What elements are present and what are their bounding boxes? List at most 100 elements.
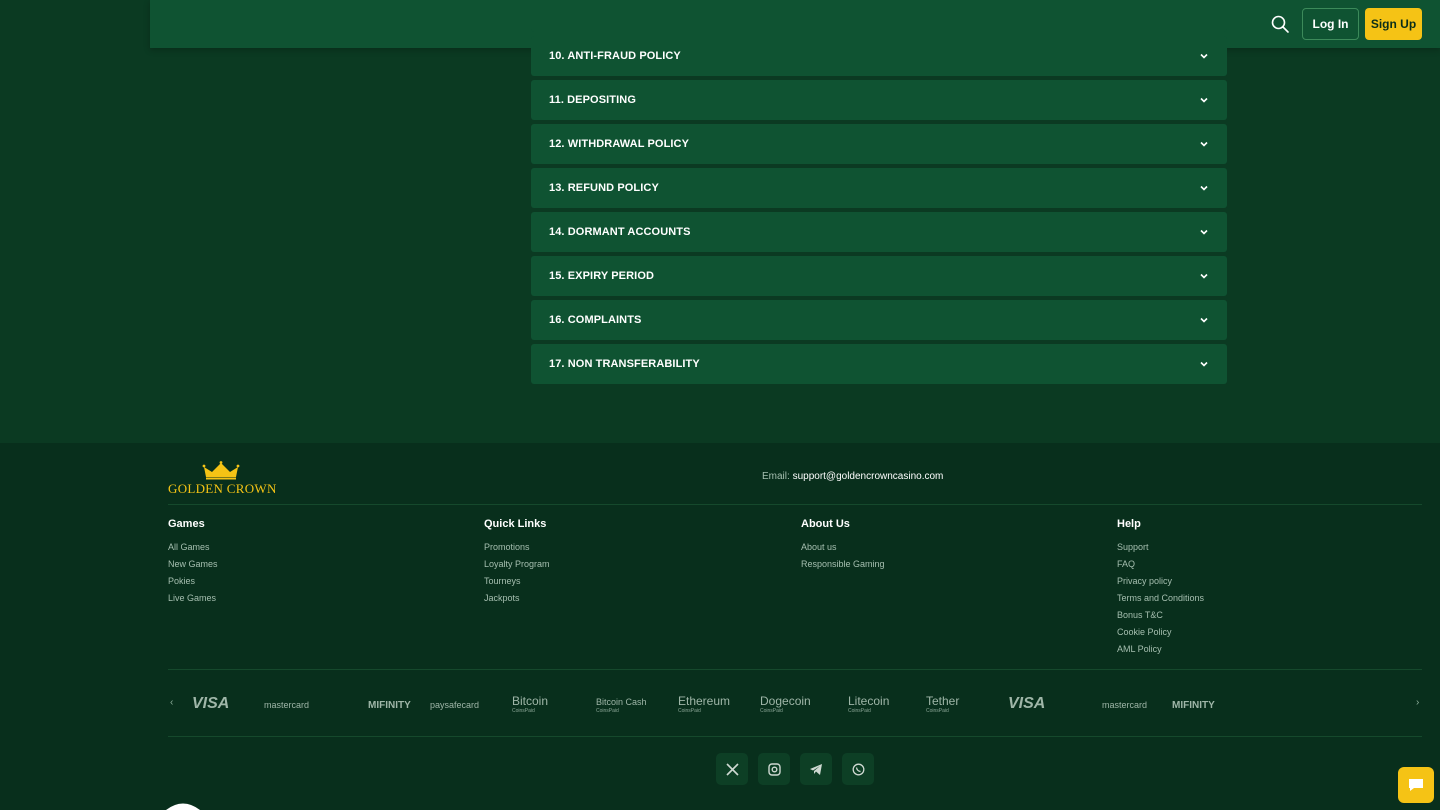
accordion-item[interactable]: 15. EXPIRY PERIOD [531,256,1227,296]
social-links [716,753,874,785]
footer-link[interactable]: FAQ [1117,559,1204,569]
payment-name: mastercard [264,700,310,710]
accordion-item[interactable]: 17. NON TRANSFERABILITY [531,344,1227,384]
payment-provider: CoinsPaid [926,708,949,714]
footer-divider [168,504,1422,505]
accordion-item[interactable]: 11. DEPOSITING [531,80,1227,120]
payment-logo: mastercard [264,693,309,715]
footer-link[interactable]: Terms and Conditions [1117,593,1204,603]
payment-methods-carousel: ‹ VISA mastercard MIFINITY paysafecard Bitco… [168,687,1422,719]
footer-link[interactable]: AML Policy [1117,644,1204,654]
footer-link[interactable]: Cookie Policy [1117,627,1204,637]
search-icon[interactable] [1270,14,1290,34]
accordion-item[interactable] [531,0,1227,32]
chat-button[interactable] [1398,767,1434,803]
footer-column: Games All Games New Games Pokies Live Games [168,518,218,610]
accordion-item[interactable]: 13. REFUND POLICY [531,168,1227,208]
email-address[interactable]: support@goldencrowncasino.com [793,471,944,482]
payment-name: Tether [926,694,960,708]
chevron-down-icon [1200,141,1208,147]
payment-name: VISA [192,695,230,712]
footer-link[interactable]: Jackpots [484,593,550,603]
chevron-down-icon [1200,273,1208,279]
logo-text: GOLDEN CROWN [168,481,277,496]
footer-divider [168,669,1422,670]
footer-email: Email: support@goldencrowncasino.com [762,471,943,482]
x-icon[interactable] [716,753,748,785]
footer-link[interactable]: About us [801,542,885,552]
payment-logo: VISA [1008,693,1045,715]
footer-link[interactable]: Bonus T&C [1117,610,1204,620]
email-label: Email: [762,471,790,482]
accordion-item[interactable]: 10. ANTI-FRAUD POLICY [531,36,1227,76]
payment-provider: CoinsPaid [512,708,535,714]
accordion-item[interactable]: 14. DORMANT ACCOUNTS [531,212,1227,252]
chevron-down-icon [1200,361,1208,367]
footer-link[interactable]: Promotions [484,542,550,552]
golden-crown-logo[interactable]: GOLDEN CROWN [168,461,278,496]
accordion-title: 17. NON TRANSFERABILITY [549,358,700,370]
whatsapp-icon[interactable] [842,753,874,785]
payment-logo: Litecoin CoinsPaid [848,693,889,715]
footer-column-title: About Us [801,518,850,530]
payment-name: MIFINITY [368,700,411,711]
footer-divider [168,736,1422,737]
footer-column-title: Games [168,518,205,530]
footer-link[interactable]: New Games [168,559,218,569]
footer-link[interactable]: Loyalty Program [484,559,550,569]
payment-provider: CoinsPaid [596,708,619,714]
footer-link[interactable]: Live Games [168,593,218,603]
payment-name: paysafecard [430,700,480,710]
payment-name: Litecoin [848,694,890,708]
footer: GOLDEN CROWN Email: support@goldencrownc… [0,443,1440,810]
terms-accordion: 10. ANTI-FRAUD POLICY 11. DEPOSITING 12. W… [531,0,1227,388]
payment-logo: Dogecoin CoinsPaid [760,693,811,715]
payment-logo: paysafecard [430,693,479,715]
payment-provider: CoinsPaid [848,708,871,714]
payment-name: Bitcoin Cash [596,697,647,707]
accordion-item[interactable]: 12. WITHDRAWAL POLICY [531,124,1227,164]
accordion-title: 15. EXPIRY PERIOD [549,270,655,282]
login-button[interactable]: Log In [1302,8,1359,40]
footer-link[interactable]: All Games [168,542,218,552]
payment-logo: Bitcoin CoinsPaid [512,693,548,715]
accordion-title: 12. WITHDRAWAL POLICY [549,138,690,150]
footer-link[interactable]: Responsible Gaming [801,559,885,569]
chevron-down-icon [1200,53,1208,59]
footer-column: Help Support FAQ Privacy policy Terms and Co… [1117,518,1204,661]
accordion-title: 10. ANTI-FRAUD POLICY [549,50,681,62]
footer-link[interactable]: Tourneys [484,576,550,586]
payment-logo: Tether CoinsPaid [926,693,959,715]
signup-button[interactable]: Sign Up [1365,8,1422,40]
payment-provider: CoinsPaid [678,708,701,714]
payment-name: mastercard [1102,700,1148,710]
payment-logo: mastercard [1102,693,1147,715]
carousel-prev-icon[interactable]: ‹ [170,697,173,708]
accordion-item[interactable]: 16. COMPLAINTS [531,300,1227,340]
telegram-icon[interactable] [800,753,832,785]
footer-column: Quick Links Promotions Loyalty Program Tour… [484,518,550,610]
footer-column-title: Quick Links [484,518,547,530]
carousel-next-icon[interactable]: › [1416,697,1419,708]
payment-logo: VISA [192,693,229,715]
payment-logo: Ethereum CoinsPaid [678,693,730,715]
footer-column-title: Help [1117,518,1141,530]
accordion-title: 14. DORMANT ACCOUNTS [549,226,691,238]
crown-icon [202,461,240,480]
footer-column: About Us About us Responsible Gaming [801,518,885,576]
payment-provider: CoinsPaid [760,708,783,714]
chat-icon [1409,779,1423,791]
footer-link[interactable]: Privacy policy [1117,576,1204,586]
instagram-icon[interactable] [758,753,790,785]
chevron-down-icon [1200,97,1208,103]
footer-link[interactable]: Support [1117,542,1204,552]
shield-badge-icon [166,803,200,810]
payment-logo: Bitcoin Cash CoinsPaid [596,693,647,715]
payment-logo: MIFINITY [1172,693,1215,715]
payment-name: Bitcoin [512,694,549,708]
footer-link[interactable]: Pokies [168,576,218,586]
accordion-title: 16. COMPLAINTS [549,314,642,326]
payment-name: VISA [1008,695,1046,712]
accordion-title: 11. DEPOSITING [549,94,636,106]
chevron-down-icon [1200,229,1208,235]
